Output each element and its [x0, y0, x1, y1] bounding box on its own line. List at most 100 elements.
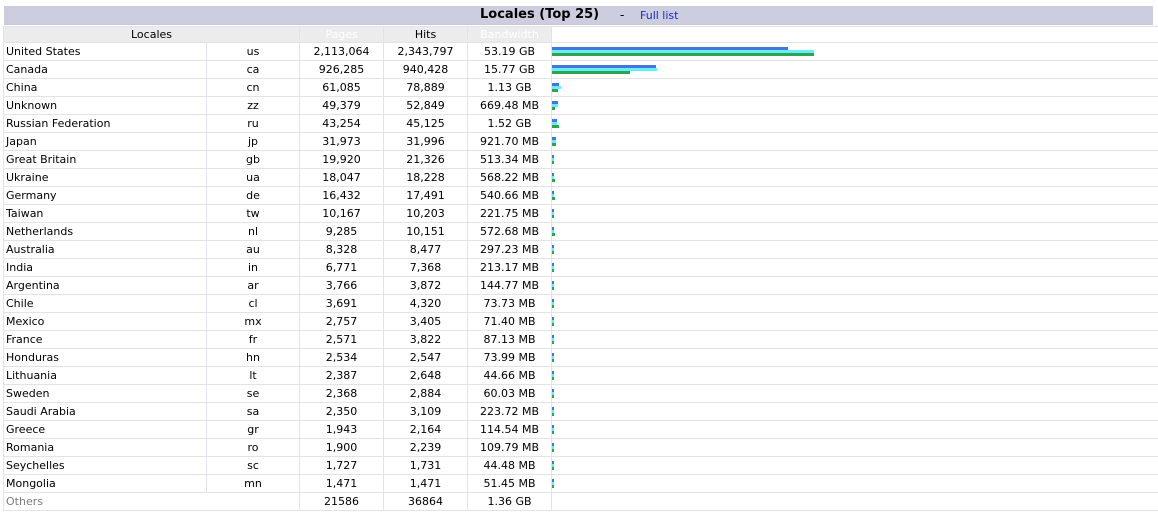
bar-graph — [551, 186, 1158, 205]
bar-graph — [551, 420, 1158, 439]
bandwidth-bar — [552, 341, 555, 344]
bar-graph — [551, 384, 1158, 403]
pages-value: 2,113,064 — [299, 42, 385, 61]
pages-column-header: Pages — [299, 26, 385, 43]
bandwidth-value: 73.99 MB — [467, 348, 553, 367]
hits-value: 18,228 — [383, 168, 469, 187]
locale-code: mx — [205, 312, 301, 331]
hits-value: 2,547 — [383, 348, 469, 367]
locale-code: ro — [205, 438, 301, 457]
bandwidth-value: 297.23 MB — [467, 240, 553, 259]
locale-code: ua — [205, 168, 301, 187]
bandwidth-value: 114.54 MB — [467, 420, 553, 439]
table-row: China cn 61,085 78,889 1.13 GB — [3, 78, 1158, 97]
table-row: United States us 2,113,064 2,343,797 53.19 G… — [3, 42, 1158, 61]
bandwidth-bar — [552, 143, 557, 146]
hits-value: 1,731 — [383, 456, 469, 475]
pages-value: 10,167 — [299, 204, 385, 223]
hits-value: 2,884 — [383, 384, 469, 403]
locale-code: fr — [205, 330, 301, 349]
table-row: Honduras hn 2,534 2,547 73.99 MB — [3, 348, 1158, 367]
bar-graph — [551, 258, 1158, 277]
locale-name: Greece — [3, 420, 207, 439]
locale-code: in — [205, 258, 301, 277]
bar-graph — [551, 150, 1158, 169]
bar-graph — [551, 276, 1158, 295]
bandwidth-bar — [552, 89, 559, 92]
table-row: Ukraine ua 18,047 18,228 568.22 MB — [3, 168, 1158, 187]
bandwidth-bar — [552, 449, 555, 452]
locale-code: nl — [205, 222, 301, 241]
hits-value: 3,872 — [383, 276, 469, 295]
locale-name: Sweden — [3, 384, 207, 403]
table-row: France fr 2,571 3,822 87.13 MB — [3, 330, 1158, 349]
locale-code: zz — [205, 96, 301, 115]
bar-column-header — [551, 26, 1158, 43]
table-row: Netherlands nl 9,285 10,151 572.68 MB — [3, 222, 1158, 241]
bandwidth-bar — [552, 395, 555, 398]
pages-value: 8,328 — [299, 240, 385, 259]
pages-value: 1,727 — [299, 456, 385, 475]
others-bandwidth: 1.36 GB — [467, 492, 553, 511]
bandwidth-value: 921.70 MB — [467, 132, 553, 151]
bandwidth-value: 15.77 GB — [467, 60, 553, 79]
bandwidth-bar — [552, 71, 631, 74]
others-pages: 21586 — [299, 492, 385, 511]
table-row: India in 6,771 7,368 213.17 MB — [3, 258, 1158, 277]
locale-name: Canada — [3, 60, 207, 79]
locale-name: United States — [3, 42, 207, 61]
locale-name: France — [3, 330, 207, 349]
locale-name: Honduras — [3, 348, 207, 367]
section-title: Locales (Top 25) — [480, 7, 600, 22]
bandwidth-bar — [552, 377, 555, 380]
pages-value: 2,757 — [299, 312, 385, 331]
pages-value: 19,920 — [299, 150, 385, 169]
bandwidth-bar — [552, 233, 556, 236]
table-row: Mongolia mn 1,471 1,471 51.45 MB — [3, 474, 1158, 493]
locale-code: cl — [205, 294, 301, 313]
bar-graph — [551, 474, 1158, 493]
pages-value: 3,691 — [299, 294, 385, 313]
bandwidth-bar — [552, 197, 556, 200]
bandwidth-bar — [552, 53, 815, 56]
bar-graph — [551, 60, 1158, 79]
full-list-link[interactable]: Full list — [640, 9, 678, 22]
bandwidth-bar — [552, 431, 555, 434]
locale-code: tw — [205, 204, 301, 223]
pages-value: 31,973 — [299, 132, 385, 151]
locales-column-header: Locales — [2, 26, 301, 43]
locale-name: Ukraine — [3, 168, 207, 187]
bandwidth-value: 540.66 MB — [467, 186, 553, 205]
hits-value: 52,849 — [383, 96, 469, 115]
pages-value: 43,254 — [299, 114, 385, 133]
bar-graph — [551, 348, 1158, 367]
bandwidth-bar — [552, 251, 555, 254]
section-header: Locales (Top 25) - Full list — [4, 6, 1153, 25]
locale-code: hn — [205, 348, 301, 367]
hits-value: 3,822 — [383, 330, 469, 349]
table-row: Seychelles sc 1,727 1,731 44.48 MB — [3, 456, 1158, 475]
bar-graph — [551, 456, 1158, 475]
locale-code: ca — [205, 60, 301, 79]
bar-graph — [551, 132, 1158, 151]
locale-name: Seychelles — [3, 456, 207, 475]
pages-value: 61,085 — [299, 78, 385, 97]
pages-value: 1,943 — [299, 420, 385, 439]
pages-value: 6,771 — [299, 258, 385, 277]
bandwidth-bar — [552, 107, 556, 110]
table-header-row: Locales Pages Hits Bandwidth — [2, 26, 1158, 43]
table-row: Germany de 16,432 17,491 540.66 MB — [3, 186, 1158, 205]
bandwidth-bar — [552, 179, 556, 182]
locale-code: cn — [205, 78, 301, 97]
locale-code: lt — [205, 366, 301, 385]
locale-code: gb — [205, 150, 301, 169]
hits-value: 3,405 — [383, 312, 469, 331]
table-row: Great Britain gb 19,920 21,326 513.34 MB — [3, 150, 1158, 169]
hits-column-header: Hits — [383, 26, 469, 43]
hits-value: 1,471 — [383, 474, 469, 493]
hits-value: 7,368 — [383, 258, 469, 277]
bandwidth-value: 221.75 MB — [467, 204, 553, 223]
bandwidth-column-header: Bandwidth — [467, 26, 553, 43]
others-hits: 36864 — [383, 492, 469, 511]
bar-graph — [551, 294, 1158, 313]
